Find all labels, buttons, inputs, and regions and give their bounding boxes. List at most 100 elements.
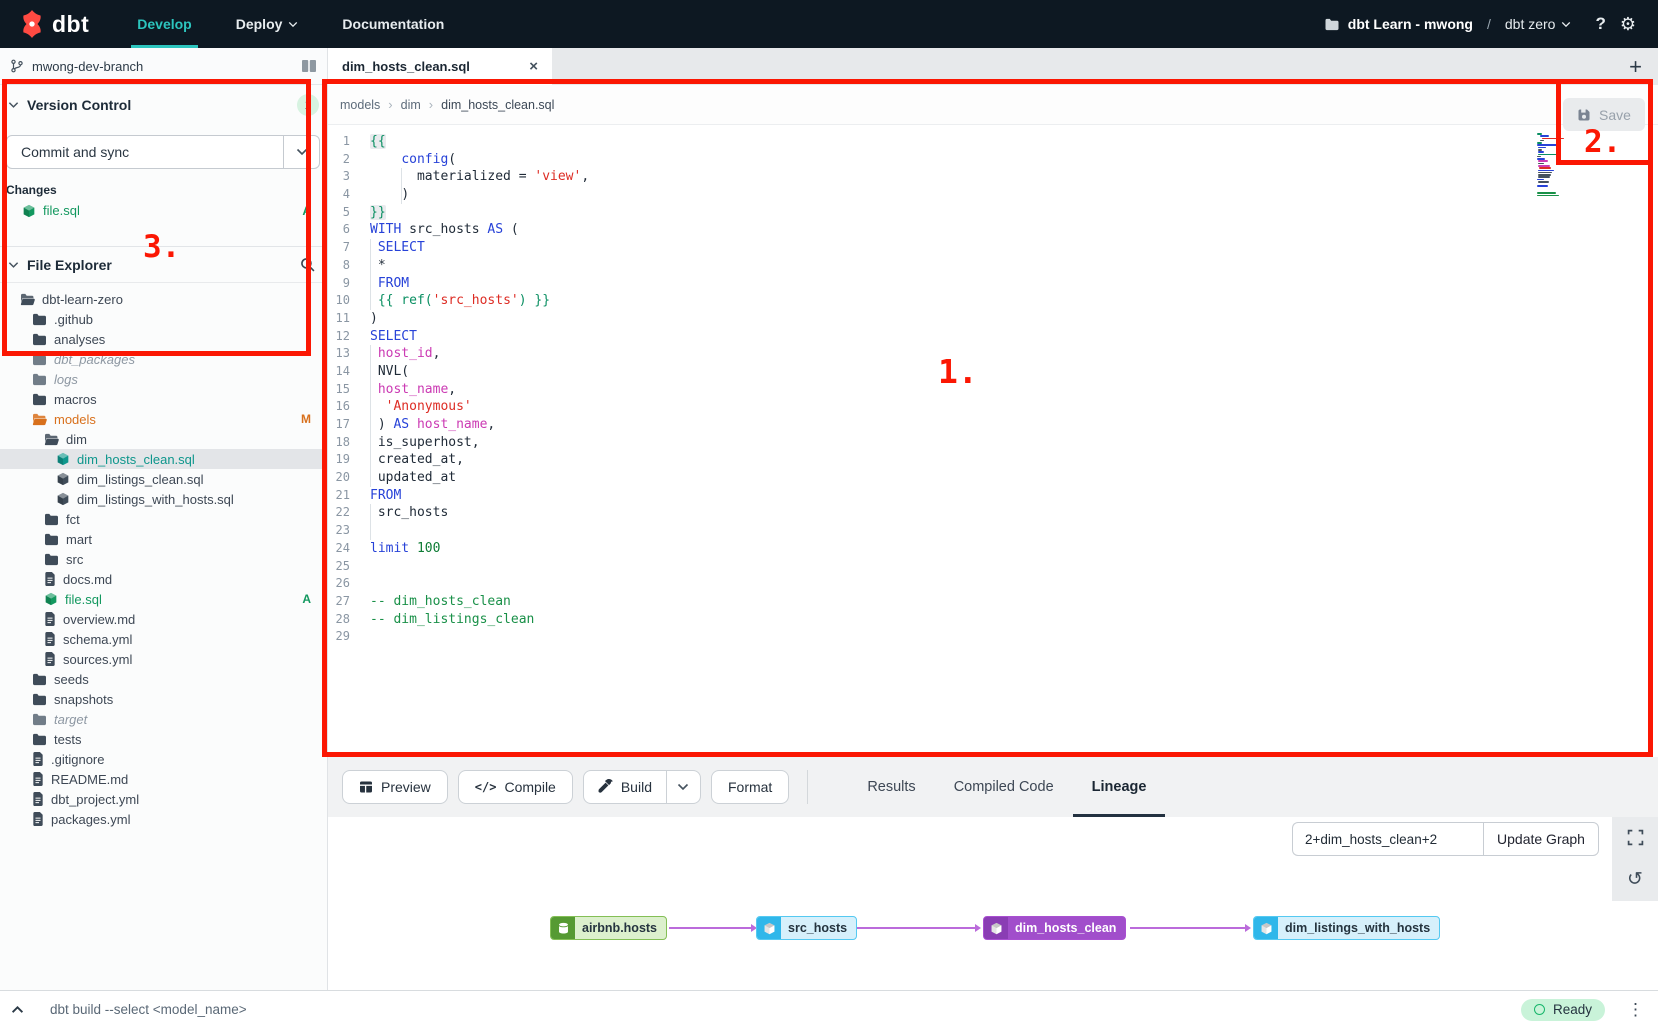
nav-item-deploy[interactable]: Deploy	[214, 0, 321, 48]
tree-item-snapshots[interactable]: snapshots	[0, 689, 327, 709]
tree-item-fct[interactable]: fct	[0, 509, 327, 529]
build-options-chevron[interactable]	[666, 771, 700, 803]
tree-item-schema.yml[interactable]: schema.yml	[0, 629, 327, 649]
fullscreen-icon[interactable]	[1627, 829, 1644, 846]
tree-item-dbt_project.yml[interactable]: dbt_project.yml	[0, 789, 327, 809]
code-line-9[interactable]: 9 FROM	[328, 275, 1658, 293]
tab-lineage[interactable]: Lineage	[1073, 757, 1166, 817]
code-line-22[interactable]: 22 src_hosts	[328, 504, 1658, 522]
breadcrumb-dim[interactable]: dim	[401, 98, 421, 112]
tree-item-.github[interactable]: .github	[0, 309, 327, 329]
tree-item-dbt_packages[interactable]: dbt_packages	[0, 349, 327, 369]
code-line-10[interactable]: 10 {{ ref('src_hosts') }}	[328, 292, 1658, 310]
tree-item-dim_listings_with_hosts.sql[interactable]: dim_listings_with_hosts.sql	[0, 489, 327, 509]
file-explorer-header[interactable]: File Explorer	[0, 247, 327, 283]
code-line-16[interactable]: 16 'Anonymous'	[328, 398, 1658, 416]
code-line-25[interactable]: 25	[328, 558, 1658, 576]
format-button[interactable]: Format	[711, 770, 789, 804]
code-line-8[interactable]: 8 *	[328, 257, 1658, 275]
project-selector[interactable]: dbt Learn - mwong	[1324, 16, 1473, 32]
tree-item-overview.md[interactable]: overview.md	[0, 609, 327, 629]
tree-item-packages.yml[interactable]: packages.yml	[0, 809, 327, 829]
tree-item-seeds[interactable]: seeds	[0, 669, 327, 689]
tree-item-file.sql[interactable]: file.sqlA	[0, 589, 327, 609]
search-icon[interactable]	[300, 257, 315, 275]
code-line-2[interactable]: 2 config(	[328, 151, 1658, 169]
lineage-node-airbnb.hosts[interactable]: airbnb.hosts	[550, 916, 667, 940]
code-line-18[interactable]: 18 is_superhost,	[328, 434, 1658, 452]
tree-item-dbt-learn-zero[interactable]: dbt-learn-zero	[0, 289, 327, 309]
code-line-3[interactable]: 3 materialized = 'view',	[328, 168, 1658, 186]
line-number: 15	[328, 381, 362, 399]
code-line-11[interactable]: 11)	[328, 310, 1658, 328]
tab-dim-hosts-clean[interactable]: dim_hosts_clean.sql ×	[328, 48, 552, 85]
split-view-icon[interactable]	[301, 59, 317, 73]
lineage-selector-input[interactable]	[1292, 822, 1483, 856]
tab-results[interactable]: Results	[848, 757, 934, 817]
build-button[interactable]: Build	[584, 771, 666, 803]
code-line-24[interactable]: 24limit 100	[328, 540, 1658, 558]
tree-item-target[interactable]: target	[0, 709, 327, 729]
code-line-19[interactable]: 19 created_at,	[328, 451, 1658, 469]
branch-name[interactable]: mwong-dev-branch	[32, 59, 143, 74]
close-icon[interactable]: ×	[529, 58, 538, 75]
nav-item-documentation[interactable]: Documentation	[320, 0, 466, 48]
code-line-21[interactable]: 21FROM	[328, 487, 1658, 505]
tree-item-mart[interactable]: mart	[0, 529, 327, 549]
kebab-menu-icon[interactable]: ⋮	[1627, 1000, 1658, 1020]
code-line-28[interactable]: 28-- dim_listings_clean	[328, 611, 1658, 629]
changed-file-row[interactable]: file.sql A	[0, 201, 327, 220]
code-line-6[interactable]: 6WITH src_hosts AS (	[328, 221, 1658, 239]
tree-item-models[interactable]: modelsM	[0, 409, 327, 429]
tree-item-src[interactable]: src	[0, 549, 327, 569]
breadcrumb-file[interactable]: dim_hosts_clean.sql	[441, 98, 554, 112]
tree-item-dim_hosts_clean.sql[interactable]: dim_hosts_clean.sql	[0, 449, 327, 469]
code-line-23[interactable]: 23	[328, 522, 1658, 540]
tree-item-analyses[interactable]: analyses	[0, 329, 327, 349]
tree-item-README.md[interactable]: README.md	[0, 769, 327, 789]
tab-compiled-code[interactable]: Compiled Code	[935, 757, 1073, 817]
reset-view-icon[interactable]: ↺	[1627, 870, 1643, 889]
tree-item-dim[interactable]: dim	[0, 429, 327, 449]
tree-item-.gitignore[interactable]: .gitignore	[0, 749, 327, 769]
lineage-node-dim_listings_with_hosts[interactable]: dim_listings_with_hosts	[1253, 916, 1440, 940]
code-line-14[interactable]: 14 NVL(	[328, 363, 1658, 381]
lineage-node-src_hosts[interactable]: src_hosts	[756, 916, 857, 940]
gear-icon[interactable]: ⚙	[1620, 14, 1636, 35]
update-graph-button[interactable]: Update Graph	[1483, 822, 1599, 856]
code-line-15[interactable]: 15 host_name,	[328, 381, 1658, 399]
breadcrumb-models[interactable]: models	[340, 98, 380, 112]
nav-item-develop[interactable]: Develop	[115, 0, 213, 48]
tree-item-sources.yml[interactable]: sources.yml	[0, 649, 327, 669]
code-line-20[interactable]: 20 updated_at	[328, 469, 1658, 487]
tree-item-tests[interactable]: tests	[0, 729, 327, 749]
code-line-7[interactable]: 7 SELECT	[328, 239, 1658, 257]
code-line-5[interactable]: 5}}	[328, 204, 1658, 222]
code-line-27[interactable]: 27-- dim_hosts_clean	[328, 593, 1658, 611]
editor-minimap[interactable]	[1537, 133, 1561, 199]
command-input[interactable]: dbt build --select <model_name>	[50, 1002, 1521, 1017]
lineage-node-dim_hosts_clean[interactable]: dim_hosts_clean	[983, 916, 1126, 940]
help-icon[interactable]: ?	[1595, 14, 1605, 34]
environment-selector[interactable]: dbt zero	[1505, 16, 1572, 32]
commit-and-sync-button[interactable]: Commit and sync	[6, 135, 320, 169]
code-line-13[interactable]: 13 host_id,	[328, 345, 1658, 363]
code-line-26[interactable]: 26	[328, 575, 1658, 593]
tree-item-logs[interactable]: logs	[0, 369, 327, 389]
compile-button[interactable]: </> Compile	[458, 770, 573, 804]
tree-item-docs.md[interactable]: docs.md	[0, 569, 327, 589]
tree-item-macros[interactable]: macros	[0, 389, 327, 409]
code-line-4[interactable]: 4 )	[328, 186, 1658, 204]
preview-button[interactable]: Preview	[342, 770, 448, 804]
code-editor[interactable]: 1{{2 config(3 materialized = 'view',4 )5…	[328, 125, 1658, 757]
code-line-12[interactable]: 12SELECT	[328, 328, 1658, 346]
code-line-29[interactable]: 29	[328, 628, 1658, 646]
chevron-up-icon[interactable]	[0, 1005, 34, 1014]
version-control-header[interactable]: Version Control 1	[0, 85, 327, 121]
code-line-17[interactable]: 17 ) AS host_name,	[328, 416, 1658, 434]
new-tab-button[interactable]: +	[1613, 48, 1658, 85]
tree-item-dim_listings_clean.sql[interactable]: dim_listings_clean.sql	[0, 469, 327, 489]
dbt-logo[interactable]: dbt	[0, 10, 115, 38]
chevron-down-icon[interactable]	[283, 136, 319, 168]
code-line-1[interactable]: 1{{	[328, 133, 1658, 151]
